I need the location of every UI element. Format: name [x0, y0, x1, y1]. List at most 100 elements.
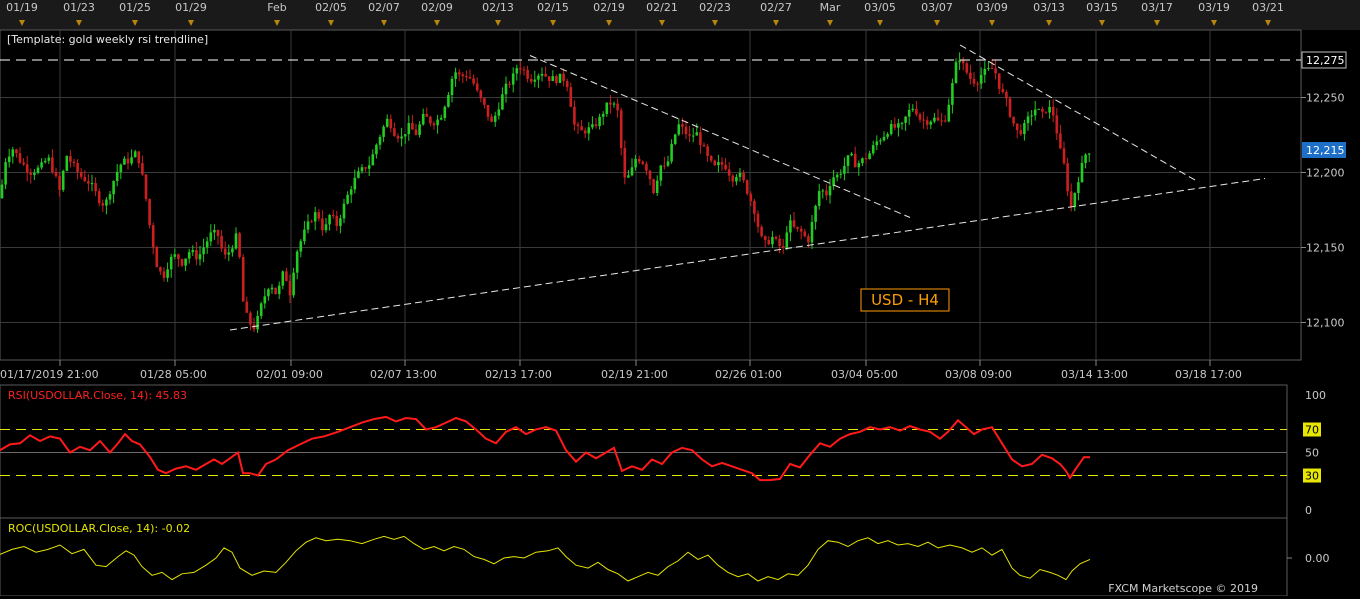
roc-panel-frame: [0, 517, 1288, 597]
candle-bull: [436, 119, 439, 126]
candle-bear: [619, 110, 623, 149]
candle-bull: [835, 174, 839, 178]
candle-bear: [195, 250, 198, 260]
candle-bull: [421, 113, 425, 125]
candle-bull: [61, 170, 65, 190]
candle-bull: [209, 232, 213, 242]
candle-bull: [277, 285, 281, 295]
candle-bull: [515, 68, 519, 74]
time-tick-label: 02/19 21:00: [601, 368, 668, 381]
candle-bull: [353, 177, 357, 190]
candle-bull: [904, 116, 907, 123]
candle-bear: [702, 144, 706, 147]
candle-bear: [411, 123, 414, 130]
candle-bear: [18, 153, 22, 163]
candle-bull: [983, 68, 987, 75]
candle-bear: [479, 90, 483, 99]
top-date-label: 02/07: [368, 1, 400, 14]
candle-bull: [666, 161, 670, 166]
candle-bull: [213, 230, 216, 233]
candle-bear: [148, 199, 151, 226]
candle-bull: [601, 113, 605, 117]
top-date-label: 02/13: [482, 1, 514, 14]
candle-bear: [753, 200, 756, 214]
top-date-label: 02/19: [593, 1, 625, 14]
candle-bull: [191, 250, 195, 253]
top-date-label: 03/07: [921, 1, 953, 14]
candle-bull: [378, 136, 382, 145]
candle-bear: [1062, 148, 1066, 164]
candle-bear: [623, 148, 627, 178]
candle-bear: [994, 68, 997, 74]
candle-bear: [853, 153, 857, 168]
candle-bear: [709, 155, 713, 161]
candle-bear: [310, 221, 313, 223]
candle-bear: [87, 181, 90, 184]
candle-bear: [976, 83, 979, 85]
candle-bear: [25, 164, 29, 173]
candle-bull: [205, 241, 209, 248]
top-date-label: 01/19: [6, 1, 38, 14]
candle-bear: [396, 135, 400, 139]
candle-bear: [1005, 92, 1008, 99]
candle-bear: [864, 158, 868, 160]
rsi-label: RSI(USDOLLAR.Close, 14): 45.83: [8, 389, 187, 402]
candle-bear: [51, 157, 54, 172]
candle-bear: [965, 63, 969, 73]
candle-bear: [961, 60, 965, 64]
candle-bull: [299, 241, 303, 252]
candle-bear: [101, 203, 105, 206]
candle-bear: [288, 281, 292, 296]
candle-bear: [274, 287, 277, 295]
candle-bear: [803, 231, 807, 237]
candle-bull: [187, 252, 191, 259]
candle-bull: [371, 154, 375, 166]
candle-bull: [987, 67, 990, 69]
top-date-label: 03/21: [1252, 1, 1284, 14]
candle-bull: [328, 215, 331, 225]
candle-bull: [43, 160, 47, 163]
candle-bear: [742, 172, 745, 181]
top-date-label: 02/23: [699, 1, 731, 14]
candle-bull: [7, 156, 11, 163]
candle-bull: [342, 203, 346, 219]
candle-bear: [465, 76, 468, 78]
candle-bull: [875, 141, 879, 146]
candle-bull: [418, 124, 421, 135]
candle-bull: [306, 221, 310, 230]
candle-bull: [267, 289, 270, 297]
candle-bull: [119, 164, 123, 172]
candle-bull: [313, 212, 317, 222]
candle-bull: [169, 256, 173, 270]
candle-bull: [1077, 182, 1080, 194]
candle-bear: [483, 98, 486, 105]
candle-bull: [256, 315, 259, 330]
candle-bear: [526, 69, 529, 79]
candle-bull: [907, 109, 911, 117]
candle-bear: [663, 165, 666, 167]
last-price-label: 12,215: [1306, 144, 1345, 157]
candle-bear: [54, 171, 58, 176]
candle-bear: [576, 124, 580, 127]
candle-bear: [1059, 133, 1062, 149]
candle-bull: [1048, 106, 1051, 113]
time-tick-label: 03/14 13:00: [1061, 368, 1128, 381]
resistance-price-label: 12,275: [1306, 54, 1345, 67]
candle-bull: [889, 124, 893, 135]
candle-bear: [220, 235, 223, 249]
candle-bear: [763, 236, 767, 240]
candle-bull: [861, 158, 864, 164]
candle-bear: [616, 103, 619, 111]
candle-bear: [238, 233, 241, 257]
candle-bear: [126, 158, 130, 164]
candle-bull: [382, 126, 385, 137]
candle-bull: [605, 102, 609, 114]
candle-bear: [724, 164, 727, 170]
candle-bull: [886, 134, 889, 137]
candle-bear: [137, 151, 141, 164]
candle-bear: [925, 120, 929, 125]
candle-bear: [522, 69, 526, 71]
rsi-tick-label: 50: [1305, 447, 1319, 460]
rsi-tick-label: 30: [1305, 470, 1319, 483]
candle-bear: [749, 193, 753, 201]
